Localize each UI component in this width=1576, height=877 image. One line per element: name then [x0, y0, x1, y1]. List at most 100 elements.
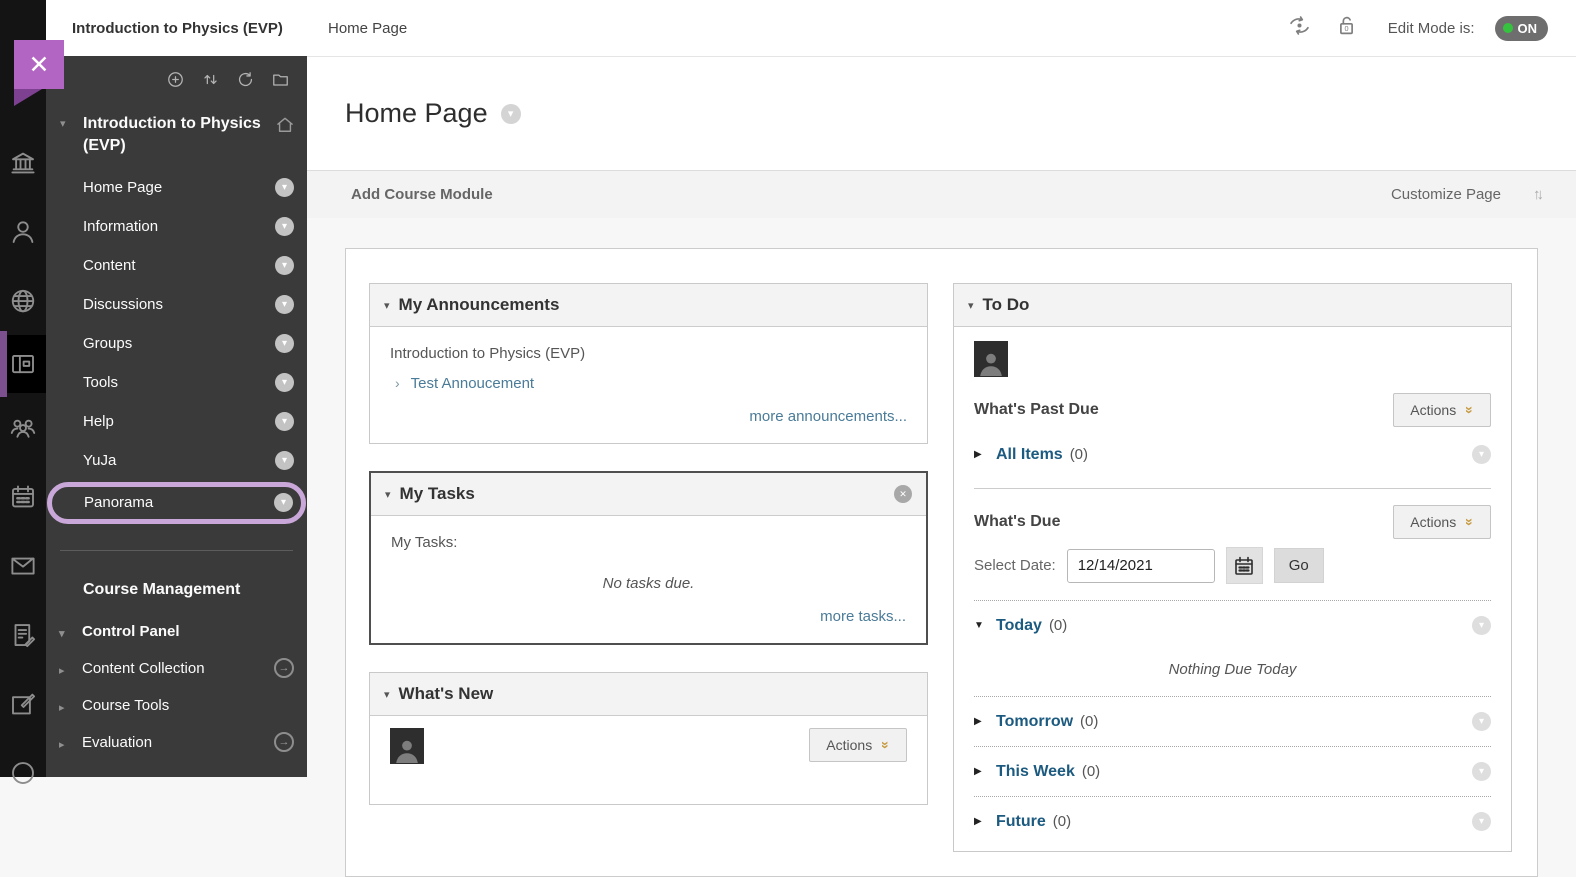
collapse-caret-icon[interactable]: ▾ [60, 113, 83, 158]
menu-item-discussions[interactable]: Discussions ▾ [46, 285, 307, 324]
calendar-icon[interactable] [0, 462, 46, 531]
chevron-down-icon[interactable]: ▾ [275, 450, 294, 470]
course-menu: ▾ Introduction to Physics (EVP) Home Pag… [46, 56, 307, 777]
module-whats-new: ▾ What's New Actions » [369, 672, 928, 805]
chevron-down-icon[interactable]: ▾ [1472, 616, 1491, 635]
folder-view-icon[interactable] [271, 70, 290, 89]
top-bar: Introduction to Physics (EVP) Home Page … [46, 0, 1576, 56]
menu-item-content[interactable]: Content ▾ [46, 246, 307, 285]
chevron-down-icon[interactable]: ▾ [275, 177, 294, 197]
whats-due-actions-button[interactable]: Actions » [1393, 505, 1491, 539]
today-link[interactable]: Today [996, 617, 1042, 635]
expand-triangle-icon[interactable]: ▶ [974, 766, 996, 777]
select-date-row: Select Date: Go [974, 547, 1491, 584]
collapse-module-icon[interactable]: ▾ [385, 488, 391, 501]
grades-icon[interactable] [0, 600, 46, 669]
all-items-count: (0) [1069, 446, 1089, 463]
chevron-down-icon[interactable]: ▾ [275, 216, 294, 236]
chevron-down-icon[interactable]: ▾ [274, 493, 293, 513]
all-items-link[interactable]: All Items [996, 446, 1063, 464]
collapse-module-icon[interactable]: ▾ [384, 688, 390, 701]
open-in-new-icon[interactable]: → [274, 658, 294, 679]
svg-text:0: 0 [1344, 24, 1348, 33]
calendar-picker-button[interactable] [1225, 547, 1263, 584]
refresh-icon[interactable] [236, 70, 255, 89]
chevron-down-icon[interactable]: ▾ [1472, 445, 1491, 464]
menu-item-panorama[interactable]: Panorama ▾ [47, 481, 306, 524]
this-week-row: ▶ This Week (0) ▾ [974, 752, 1491, 791]
row-divider [974, 696, 1491, 697]
select-date-label: Select Date: [974, 557, 1056, 574]
profile-icon[interactable] [0, 197, 46, 266]
messages-icon[interactable] [0, 531, 46, 600]
whats-new-actions-button[interactable]: Actions » [809, 728, 907, 762]
past-due-actions-button[interactable]: Actions » [1393, 393, 1491, 427]
no-tasks-message: No tasks due. [602, 575, 695, 592]
menu-item-home-page[interactable]: Home Page ▾ [46, 168, 307, 207]
more-announcements-link[interactable]: more announcements... [749, 408, 907, 425]
edit-mode-toggle[interactable]: ON [1494, 15, 1548, 41]
student-preview-icon[interactable] [1286, 12, 1313, 44]
customize-page-button[interactable]: Customize Page [1391, 186, 1501, 203]
breadcrumb[interactable]: Home Page [328, 20, 407, 37]
edit-mode-on-indicator [1502, 23, 1513, 33]
menu-item-yuja[interactable]: YuJa ▾ [46, 441, 307, 480]
control-panel-evaluation[interactable]: ▸ Evaluation → [46, 724, 307, 761]
announcement-item[interactable]: › Test Annoucement [395, 375, 907, 392]
chevron-down-icon[interactable]: ▾ [1472, 712, 1491, 731]
page-title: Home Page [345, 98, 488, 128]
edit-tools-icon[interactable] [0, 669, 46, 738]
unlock-icon[interactable]: 0 [1333, 12, 1360, 44]
menu-item-information[interactable]: Information ▾ [46, 207, 307, 246]
menu-item-help[interactable]: Help ▾ [46, 402, 307, 441]
add-course-module-button[interactable]: Add Course Module [351, 186, 493, 203]
announcement-link[interactable]: Test Annoucement [411, 375, 534, 392]
collapse-triangle-icon[interactable]: ▼ [974, 620, 996, 631]
expand-triangle-icon[interactable]: ▶ [974, 716, 996, 727]
chevron-down-icon[interactable]: ▾ [275, 255, 294, 275]
avatar [974, 341, 1008, 377]
chevron-down-icon[interactable]: ▾ [275, 294, 294, 314]
chevron-down-icon[interactable]: ▾ [275, 372, 294, 392]
control-panel-content-collection[interactable]: ▸ Content Collection → [46, 650, 307, 687]
chevron-down-icon[interactable]: ▾ [1472, 762, 1491, 781]
control-panel-toggle[interactable]: ▾ Control Panel [46, 613, 307, 650]
date-input[interactable] [1066, 548, 1215, 583]
course-title: Introduction to Physics (EVP) [72, 19, 283, 37]
this-week-link[interactable]: This Week [996, 763, 1075, 781]
help-circle-icon[interactable] [0, 738, 46, 807]
collapse-module-icon[interactable]: ▾ [384, 299, 390, 312]
go-button[interactable]: Go [1273, 548, 1324, 583]
nothing-due-message: Nothing Due Today [1168, 661, 1297, 678]
annotation-close-icon[interactable]: ✕ [14, 40, 64, 89]
collapse-module-icon[interactable]: ▾ [968, 299, 974, 312]
more-tasks-link[interactable]: more tasks... [820, 608, 906, 625]
close-module-icon[interactable]: ✕ [894, 485, 912, 503]
chevron-down-icon[interactable]: ▾ [275, 411, 294, 431]
course-management-heading: Course Management [83, 580, 241, 598]
community-icon[interactable] [0, 393, 46, 462]
menu-item-tools[interactable]: Tools ▾ [46, 363, 307, 402]
globe-icon[interactable] [0, 266, 46, 335]
reorder-icon[interactable] [201, 70, 220, 89]
institution-icon[interactable] [0, 128, 46, 197]
page-title-chevron-icon[interactable]: ▾ [500, 103, 521, 124]
course-menu-header[interactable]: ▾ Introduction to Physics (EVP) [46, 97, 307, 162]
chevron-down-icon[interactable]: ▾ [1472, 812, 1491, 831]
future-link[interactable]: Future [996, 813, 1046, 831]
section-divider [974, 488, 1491, 489]
add-menu-item-icon[interactable] [166, 70, 185, 89]
courses-icon[interactable] [0, 331, 46, 397]
tomorrow-row: ▶ Tomorrow (0) ▾ [974, 702, 1491, 741]
tomorrow-count: (0) [1080, 713, 1099, 730]
menu-item-groups[interactable]: Groups ▾ [46, 324, 307, 363]
row-divider [974, 746, 1491, 747]
tomorrow-link[interactable]: Tomorrow [996, 713, 1073, 731]
expand-caret-icon: ▸ [59, 664, 65, 677]
open-in-new-icon[interactable]: → [274, 732, 294, 753]
control-panel-course-tools[interactable]: ▸ Course Tools [46, 687, 307, 724]
chevron-down-icon[interactable]: ▾ [275, 333, 294, 353]
reorder-modules-icon[interactable]: ↑↓ [1533, 186, 1544, 203]
expand-triangle-icon[interactable]: ▶ [974, 816, 996, 827]
expand-triangle-icon[interactable]: ▶ [974, 449, 996, 460]
